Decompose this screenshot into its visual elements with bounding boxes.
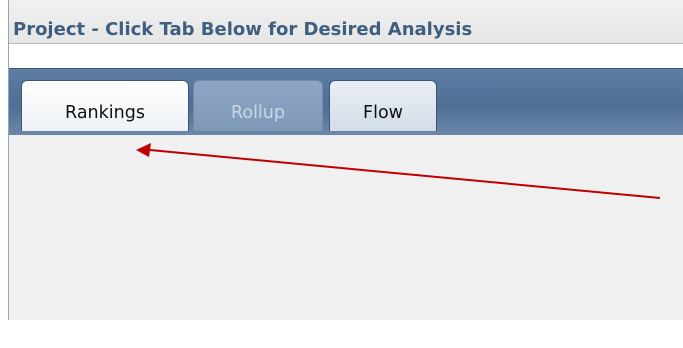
annotation-arrow	[136, 143, 661, 199]
arrow-shaft	[149, 149, 661, 199]
arrow-head	[136, 143, 151, 157]
